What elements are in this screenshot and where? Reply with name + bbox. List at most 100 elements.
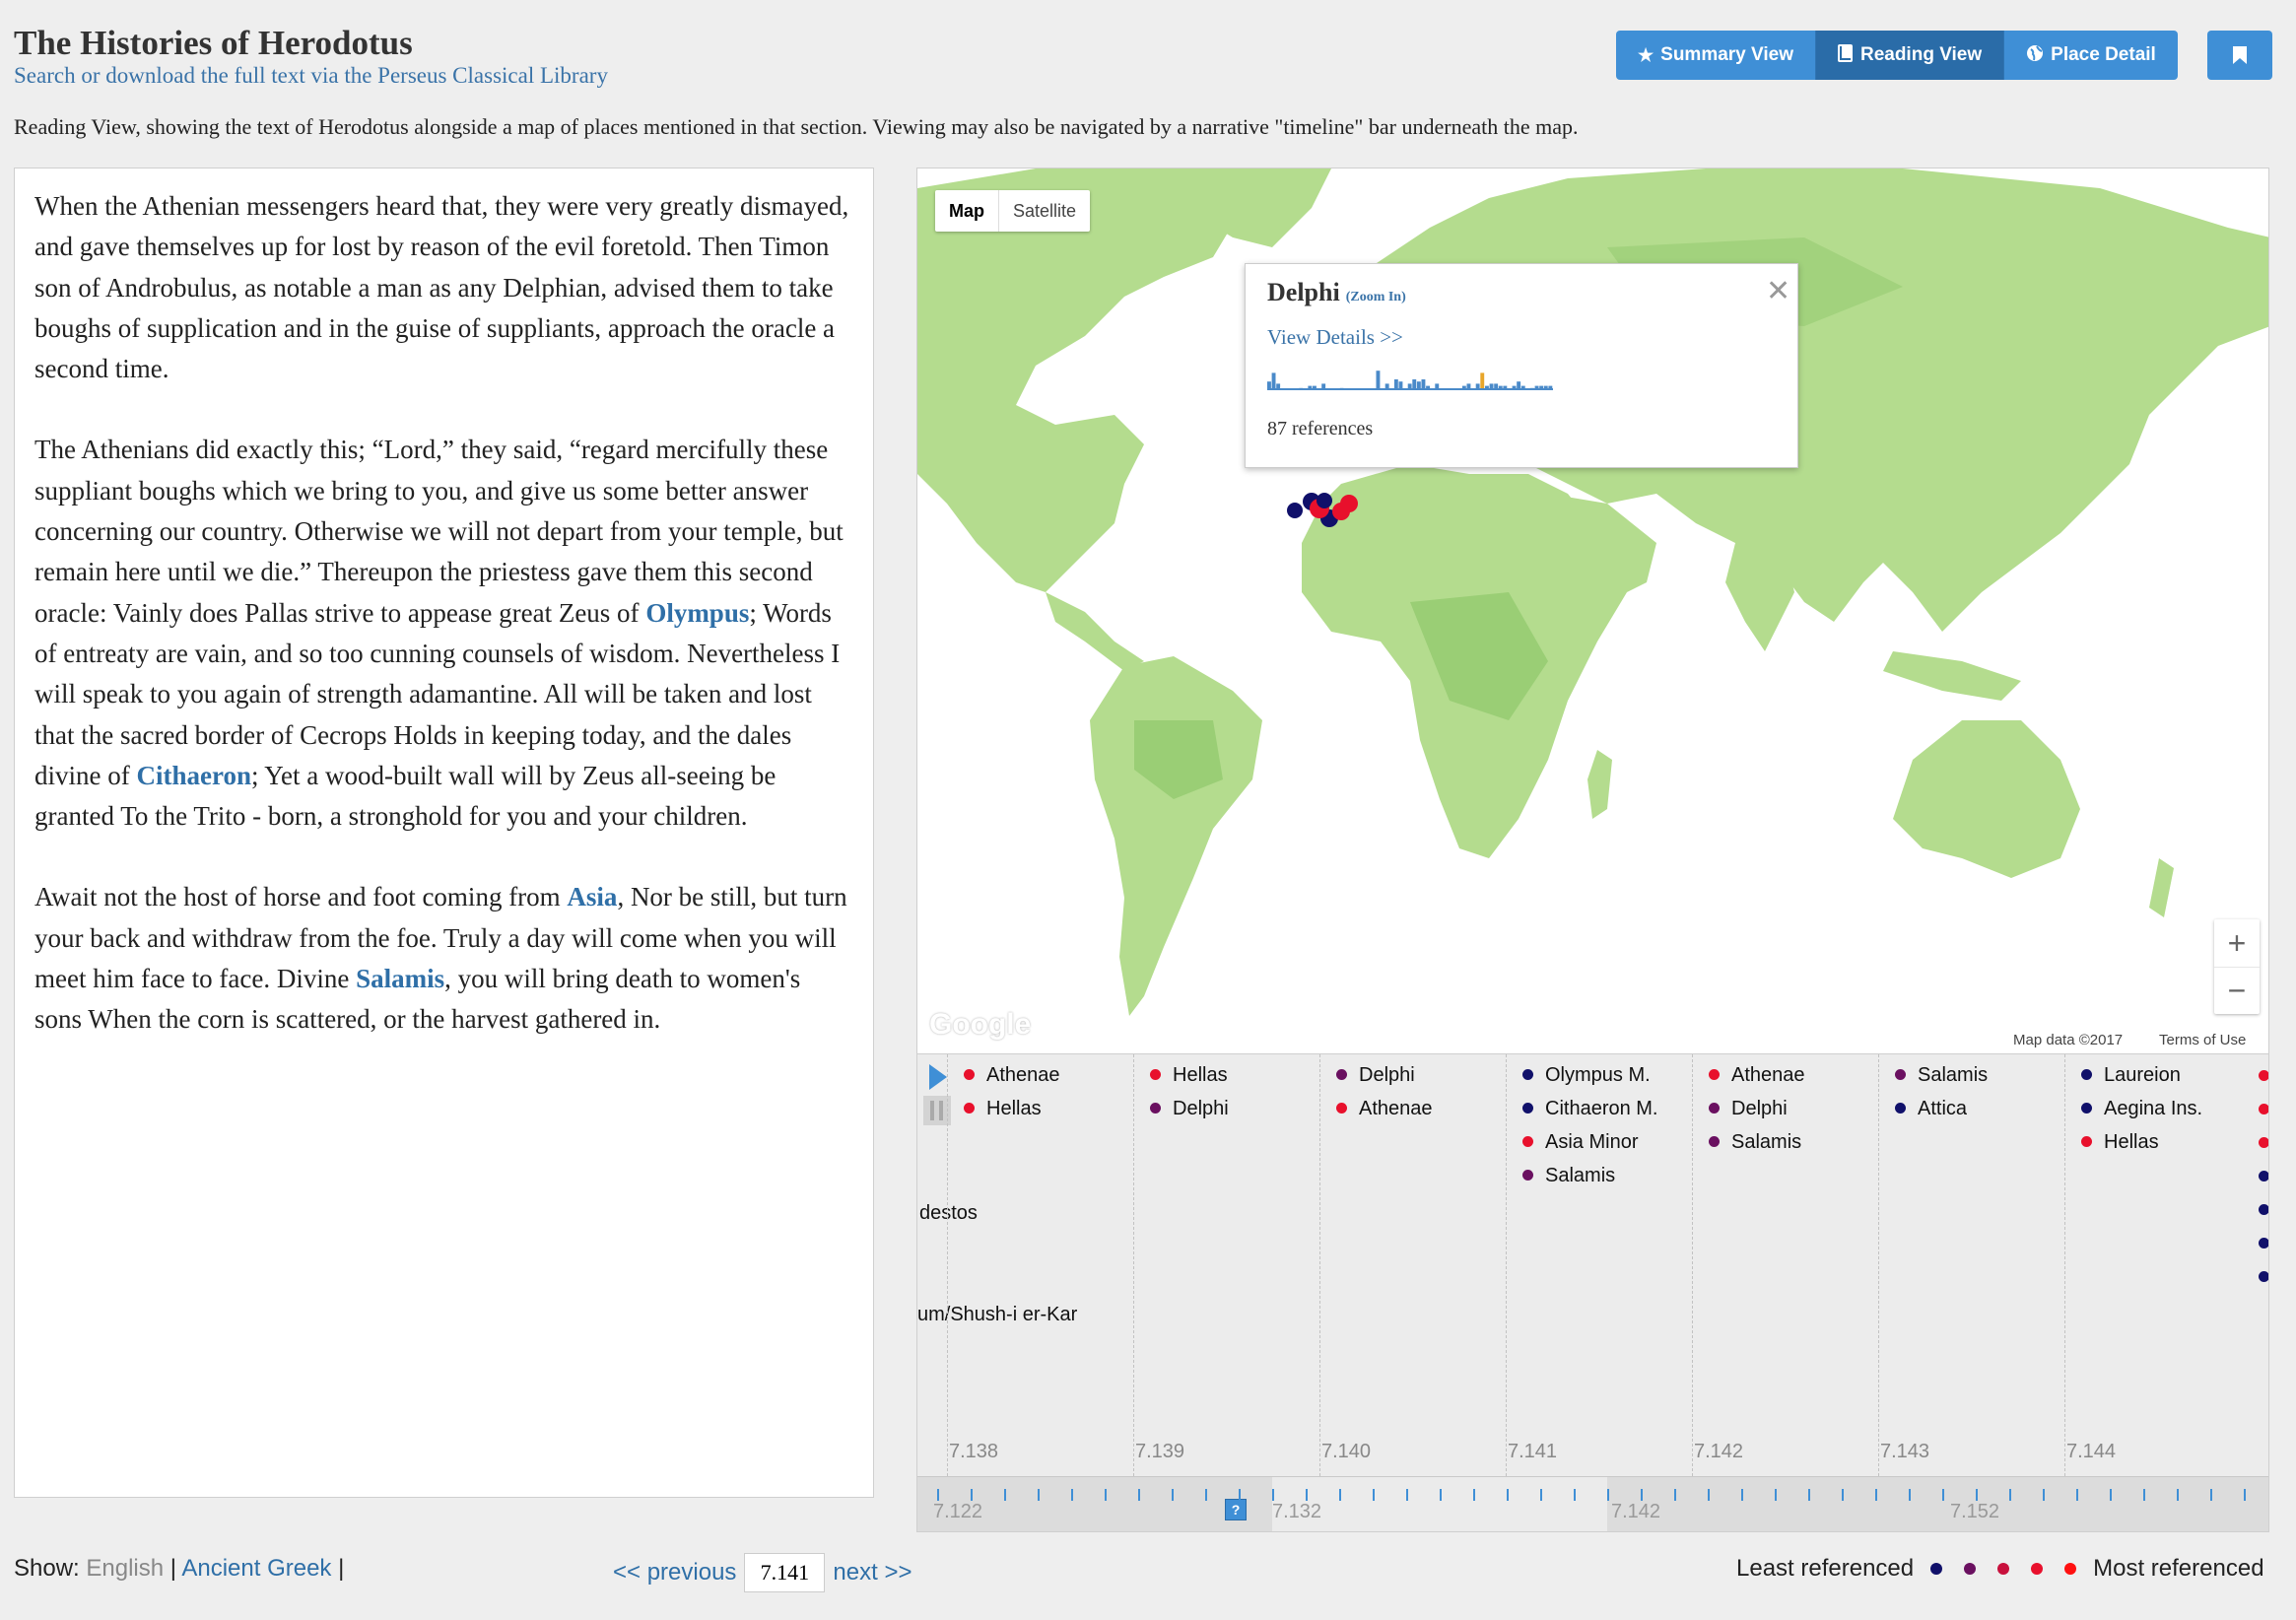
timeline-place-item[interactable]: Laureion: [2081, 1064, 2181, 1087]
place-dot-icon: [1709, 1103, 1720, 1114]
zoom-in-button[interactable]: +: [2214, 919, 2260, 968]
timeline-overflow-label[interactable]: destos: [919, 1202, 978, 1225]
scrubber-label: 7.152: [1950, 1501, 2000, 1522]
scrubber-window[interactable]: [1272, 1477, 1607, 1531]
place-link-olympus[interactable]: Olympus: [645, 598, 749, 628]
scrubber-tick: [1674, 1489, 1676, 1501]
scrubber-tick: [1708, 1489, 1710, 1501]
timeline-place-item[interactable]: Asia Minor: [1522, 1131, 1638, 1154]
section-input[interactable]: [744, 1553, 826, 1592]
scrubber-tick: [1239, 1489, 1241, 1501]
place-link-asia[interactable]: Asia: [567, 882, 617, 911]
place-link-salamis[interactable]: Salamis: [356, 964, 444, 993]
timeline-place-item[interactable]: Hellas: [964, 1098, 1042, 1120]
timeline-place-name: Delphi: [1731, 1098, 1788, 1119]
timeline-place-item[interactable]: Hellas: [2081, 1131, 2159, 1154]
map-attribution: Map data ©2017: [2009, 1032, 2127, 1048]
timeline-section-tick[interactable]: 7.143: [1880, 1441, 1929, 1463]
timeline-place-name: Delphi: [1359, 1064, 1415, 1086]
timeline-place-item[interactable]: Delphi: [1150, 1098, 1229, 1120]
timeline-section-tick[interactable]: 7.138: [949, 1441, 998, 1463]
map-type-map-button[interactable]: Map: [935, 190, 998, 232]
timeline-place-item[interactable]: Aegina Ins.: [2081, 1098, 2202, 1120]
timeline-place-item[interactable]: Athenae: [1709, 1064, 1805, 1087]
popup-reference-histogram: [1267, 371, 1553, 390]
scrubber-tick: [1909, 1489, 1911, 1501]
place-detail-button[interactable]: Place Detail: [2004, 31, 2178, 80]
timeline-edge-dot[interactable]: [2259, 1171, 2268, 1181]
scrubber-tick: [1004, 1489, 1006, 1501]
timeline-edge-dot[interactable]: [2259, 1137, 2268, 1148]
timeline-place-item[interactable]: Salamis: [1895, 1064, 1988, 1087]
place-dot-icon: [1709, 1069, 1720, 1080]
lang-english-option[interactable]: English: [86, 1555, 164, 1582]
summary-view-button[interactable]: ★ Summary View: [1616, 31, 1816, 80]
timeline-edge-dot[interactable]: [2259, 1271, 2268, 1282]
scrubber-tick: [1641, 1489, 1643, 1501]
terms-of-use-link[interactable]: Terms of Use: [2155, 1032, 2251, 1048]
timeline-place-item[interactable]: Cithaeron M.: [1522, 1098, 1658, 1120]
timeline-section-tick[interactable]: 7.140: [1321, 1441, 1371, 1463]
timeline-section-tick[interactable]: 7.142: [1694, 1441, 1743, 1463]
timeline-edge-dot[interactable]: [2259, 1070, 2268, 1081]
timeline-place-name: Hellas: [1173, 1064, 1228, 1086]
lang-greek-link[interactable]: Ancient Greek: [181, 1555, 331, 1582]
zoom-out-button[interactable]: −: [2214, 967, 2260, 1014]
next-link[interactable]: next >>: [833, 1559, 912, 1586]
scrubber-tick: [1942, 1489, 1944, 1501]
timeline-place-name: Hellas: [2104, 1131, 2159, 1153]
perseus-link[interactable]: Search or download the full text via the…: [14, 63, 608, 89]
popup-view-details-link[interactable]: View Details >>: [1267, 325, 1403, 350]
timeline-place-item[interactable]: Attica: [1895, 1098, 1967, 1120]
place-dot-icon: [2081, 1103, 2092, 1114]
place-dot-icon: [1150, 1103, 1161, 1114]
timeline-divider: [2064, 1054, 2065, 1476]
timeline-place-name: Delphi: [1173, 1098, 1229, 1119]
map-type-satellite-button[interactable]: Satellite: [998, 190, 1090, 232]
close-icon[interactable]: ✕: [1766, 274, 1790, 308]
timeline-place-item[interactable]: Salamis: [1522, 1165, 1615, 1187]
place-dot-icon: [2081, 1069, 2092, 1080]
timeline-edge-dot[interactable]: [2259, 1238, 2268, 1249]
timeline-place-item[interactable]: Athenae: [1336, 1098, 1433, 1120]
place-dot-icon: [1522, 1170, 1533, 1181]
timeline-place-item[interactable]: Delphi: [1336, 1064, 1415, 1087]
place-dot-icon: [2081, 1136, 2092, 1147]
legend-dot: [1997, 1563, 2010, 1575]
timeline-place-item[interactable]: Salamis: [1709, 1131, 1801, 1154]
timeline-place-name: Aegina Ins.: [2104, 1098, 2203, 1119]
place-dot-icon: [1895, 1069, 1906, 1080]
reading-view-button[interactable]: Reading View: [1815, 31, 2005, 80]
timeline-overflow-label[interactable]: um/Shush-i er-Kar: [917, 1304, 1077, 1326]
histogram-bar: [1480, 372, 1485, 390]
narrative-timeline[interactable]: destos um/Shush-i er-Kar ? 7.122 7.132 7.1…: [916, 1054, 2269, 1532]
timeline-section-tick[interactable]: 7.141: [1508, 1441, 1557, 1463]
scrubber-tick: [2009, 1489, 2011, 1501]
timeline-place-item[interactable]: Delphi: [1709, 1098, 1788, 1120]
app-title: The Histories of Herodotus: [14, 24, 413, 62]
timeline-edge-dot[interactable]: [2259, 1204, 2268, 1215]
place-dot-icon: [1336, 1103, 1347, 1114]
timeline-section-tick[interactable]: 7.144: [2066, 1441, 2116, 1463]
timeline-place-item[interactable]: Hellas: [1150, 1064, 1228, 1087]
separator: |: [338, 1555, 345, 1582]
map[interactable]: Map Satellite Delphi (Zoom In) ✕ View Det…: [916, 168, 2269, 1054]
scrubber-tick: [1607, 1489, 1609, 1501]
bookmark-button[interactable]: [2207, 31, 2272, 80]
scrubber-tick: [1842, 1489, 1844, 1501]
timeline-place-item[interactable]: Olympus M.: [1522, 1064, 1651, 1087]
place-link-cithaeron[interactable]: Cithaeron: [136, 761, 251, 790]
histogram-bar: [1376, 371, 1381, 390]
scrubber-label: 7.122: [933, 1501, 983, 1522]
scrubber-label: 7.142: [1611, 1501, 1661, 1522]
help-button[interactable]: ?: [1225, 1499, 1247, 1520]
previous-link[interactable]: << previous: [613, 1559, 736, 1586]
legend-dot: [1964, 1563, 1977, 1575]
timeline-place-item[interactable]: Athenae: [964, 1064, 1060, 1087]
star-icon: ★: [1638, 44, 1654, 65]
popup-zoom-in-link[interactable]: (Zoom In): [1346, 290, 1406, 304]
timeline-scrubber[interactable]: ? 7.122 7.132 7.142 7.152: [917, 1476, 2268, 1531]
scrubber-tick: [1574, 1489, 1576, 1501]
timeline-section-tick[interactable]: 7.139: [1135, 1441, 1184, 1463]
timeline-edge-dot[interactable]: [2259, 1104, 2268, 1114]
